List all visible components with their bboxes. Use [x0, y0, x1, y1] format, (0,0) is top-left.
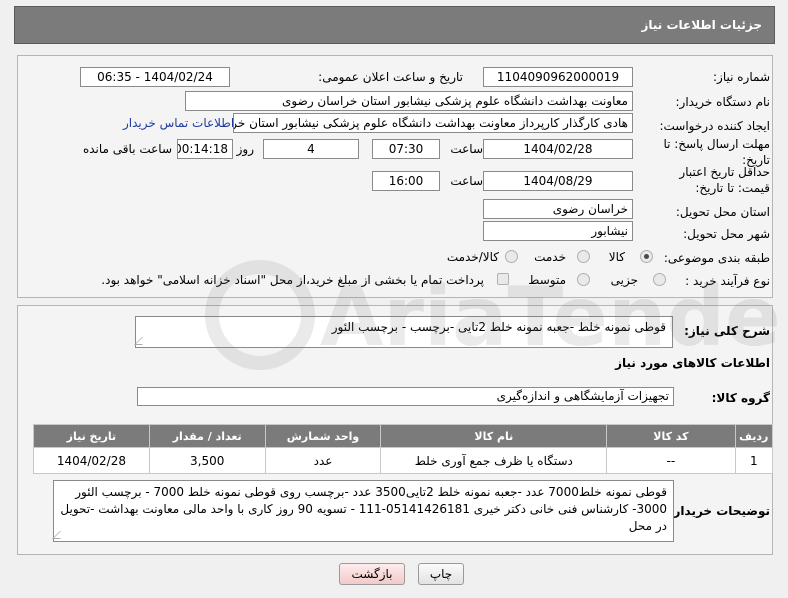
- announce-label: تاریخ و ساعت اعلان عمومی:: [318, 70, 463, 84]
- category-both-radio[interactable]: [505, 250, 518, 263]
- price-validity-label: حداقل تاریخ اعتبار قیمت: تا تاریخ:: [679, 165, 770, 195]
- price-validity-time: 16:00: [372, 171, 440, 191]
- category-both-text: کالا/خدمت: [446, 250, 499, 264]
- resize-handle-icon[interactable]: [134, 337, 150, 345]
- buyer-contact-link[interactable]: اطلاعات تماس خریدار: [123, 116, 234, 130]
- delivery-province-label: استان محل تحویل:: [675, 205, 770, 219]
- reply-time-label: ساعت: [450, 142, 483, 156]
- buyer-org-field: معاونت بهداشت دانشگاه علوم پزشکی نیشابور…: [185, 91, 633, 111]
- table-cell: 1: [734, 447, 774, 474]
- price-validity-date: 1404/08/29: [483, 171, 633, 191]
- page-header: جزئیات اطلاعات نیاز: [14, 6, 775, 44]
- reply-deadline-date: 1404/02/28: [483, 139, 633, 159]
- goods-group-label: گروه کالا:: [711, 391, 770, 405]
- column-header: نام کالا: [380, 424, 608, 448]
- page-title: جزئیات اطلاعات نیاز: [641, 18, 762, 32]
- category-service-radio[interactable]: [577, 250, 590, 263]
- table-header-row: ردیف کد کالا نام کالا واحد شمارش تعداد /…: [33, 424, 774, 448]
- resize-handle-icon[interactable]: [52, 531, 68, 539]
- remaining-time-field: 00:14:18: [177, 139, 233, 159]
- buyer-notes-textarea[interactable]: قوطی نمونه خلط7000 عدد -جعبه نمونه خلط 2…: [52, 480, 674, 542]
- purchase-minor-radio[interactable]: [653, 273, 666, 286]
- purchase-medium-radio[interactable]: [577, 273, 590, 286]
- purchase-medium-text: متوسط: [528, 273, 566, 287]
- table-cell: عدد: [264, 447, 382, 474]
- buyer-notes-label: توضیحات خریدار:: [668, 504, 770, 518]
- description-textarea[interactable]: قوطی نمونه خلط -جعبه نمونه خلط 2تایی -بر…: [134, 316, 673, 348]
- delivery-city-label: شهر محل تحویل:: [683, 227, 770, 241]
- column-header: تعداد / مقدار: [148, 424, 266, 448]
- price-time-label: ساعت: [450, 174, 483, 188]
- table-cell: دستگاه یا ظرف جمع آوری خلط: [380, 447, 608, 474]
- delivery-province-field: خراسان رضوی: [483, 199, 633, 219]
- buyer-notes-text: قوطی نمونه خلط7000 عدد -جعبه نمونه خلط 2…: [60, 485, 667, 533]
- category-service-text: خدمت: [534, 250, 566, 264]
- purchase-type-label: نوع فرآیند خرید :: [685, 274, 770, 288]
- creator-field: هادی کارگذار کارپرداز معاونت بهداشت دانش…: [233, 113, 633, 133]
- description-text: قوطی نمونه خلط -جعبه نمونه خلط 2تایی -بر…: [331, 320, 666, 334]
- column-header: واحد شمارش: [264, 424, 382, 448]
- remaining-label: ساعت باقی مانده: [82, 142, 172, 156]
- need-number-label: شماره نیاز:: [713, 70, 770, 84]
- column-header: تاریخ نیاز: [33, 424, 150, 448]
- purchase-minor-text: جزیی: [610, 273, 638, 287]
- table-cell: --: [606, 447, 736, 474]
- delivery-city-field: نیشابور: [483, 221, 633, 241]
- column-header: کد کالا: [606, 424, 736, 448]
- description-label: شرح کلی نیاز:: [684, 324, 770, 338]
- category-label: طبقه بندی موضوعی:: [663, 251, 770, 265]
- buyer-org-label: نام دستگاه خریدار:: [675, 95, 771, 109]
- reply-days-field: 4: [263, 139, 359, 159]
- column-header: ردیف: [734, 424, 774, 448]
- creator-label: ایجاد کننده درخواست:: [659, 119, 770, 133]
- table-cell: 1404/02/28: [33, 447, 150, 474]
- back-button[interactable]: بازگشت: [339, 563, 405, 585]
- print-button[interactable]: چاپ: [418, 563, 464, 585]
- reply-deadline-time: 07:30: [372, 139, 440, 159]
- category-goods-text: کالا: [608, 250, 625, 264]
- treasury-payment-note: پرداخت تمام یا بخشی از مبلغ خرید،از محل …: [101, 273, 484, 287]
- table-cell: 3,500: [148, 447, 266, 474]
- treasury-payment-checkbox[interactable]: [497, 273, 509, 285]
- need-number-field: 1104090962000019: [483, 67, 633, 87]
- goods-info-title: اطلاعات کالاهای مورد نیاز: [615, 356, 770, 370]
- goods-table: ردیف کد کالا نام کالا واحد شمارش تعداد /…: [33, 424, 774, 474]
- goods-group-field: تجهیزات آزمایشگاهی و اندازه‌گیری: [137, 387, 674, 406]
- announce-datetime-field: 1404/02/24 - 06:35: [80, 67, 230, 87]
- category-goods-radio[interactable]: [640, 250, 653, 263]
- table-row[interactable]: 1 -- دستگاه یا ظرف جمع آوری خلط عدد 3,50…: [33, 447, 774, 474]
